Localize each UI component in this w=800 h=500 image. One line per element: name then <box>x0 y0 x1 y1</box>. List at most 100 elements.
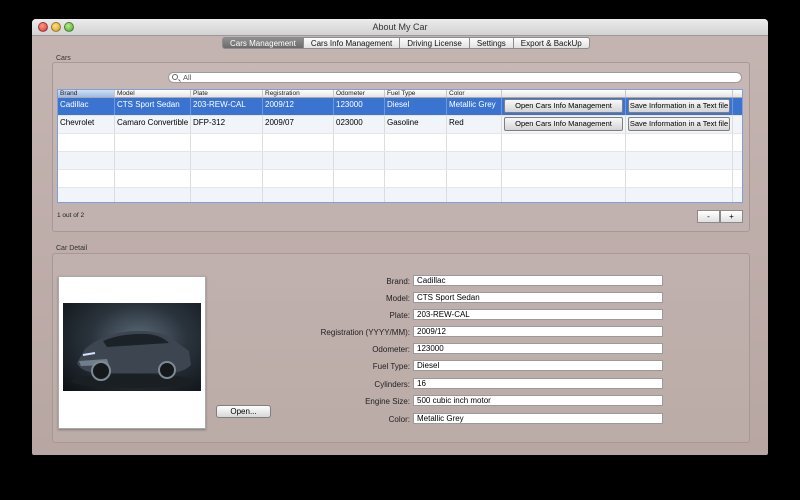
table-header: Brand Model Plate Registration Odometer … <box>58 90 742 98</box>
cell-model: CTS Sport Sedan <box>115 98 191 115</box>
cell-odometer: 123000 <box>334 98 385 115</box>
column-header-model[interactable]: Model <box>115 90 191 97</box>
cell-empty <box>502 170 626 187</box>
cell-empty <box>447 152 502 169</box>
search-icon <box>172 74 178 80</box>
column-header-plate[interactable]: Plate <box>191 90 263 97</box>
cell-empty <box>115 188 191 202</box>
cell-brand: Cadillac <box>58 98 115 115</box>
cell-empty <box>334 152 385 169</box>
cars-group-label: Cars <box>56 55 71 62</box>
table-row[interactable]: Cadillac CTS Sport Sedan 203-REW-CAL 200… <box>58 98 742 116</box>
search-field[interactable]: All <box>168 72 742 83</box>
main-tabs: Cars Management Cars Info Management Dri… <box>222 37 590 49</box>
cell-empty <box>626 188 733 202</box>
cell-empty <box>263 170 334 187</box>
cell-action-1: Open Cars Info Management <box>502 116 626 133</box>
tab-export-backup[interactable]: Export & BackUp <box>513 37 590 49</box>
cell-empty <box>502 152 626 169</box>
cell-empty <box>334 170 385 187</box>
add-car-button[interactable]: + <box>720 210 743 223</box>
cars-table[interactable]: Brand Model Plate Registration Odometer … <box>57 89 743 203</box>
cell-empty <box>58 170 115 187</box>
cell-empty <box>626 152 733 169</box>
cell-fuel-type: Diesel <box>385 98 447 115</box>
car-detail-group-label: Car Detail <box>56 245 88 252</box>
registration-label: Registration (YYYY/MM): <box>320 328 410 337</box>
registration-field[interactable]: 2009/12 <box>413 326 663 337</box>
cell-registration: 2009/07 <box>263 116 334 133</box>
table-row-empty <box>58 152 742 170</box>
cell-empty <box>626 170 733 187</box>
column-header-odometer[interactable]: Odometer <box>334 90 385 97</box>
cell-empty <box>385 188 447 202</box>
cell-empty <box>502 134 626 151</box>
cell-empty <box>115 152 191 169</box>
cell-empty <box>447 188 502 202</box>
column-header-color[interactable]: Color <box>447 90 502 97</box>
cell-empty <box>385 134 447 151</box>
brand-field[interactable]: Cadillac <box>413 275 663 286</box>
tab-cars-info-management[interactable]: Cars Info Management <box>303 37 401 49</box>
cell-empty <box>447 170 502 187</box>
save-information-text-file-button[interactable]: Save Information in a Text file <box>628 117 730 131</box>
tab-driving-license[interactable]: Driving License <box>400 37 470 49</box>
cell-color: Metallic Grey <box>447 98 502 115</box>
cell-empty <box>58 188 115 202</box>
color-label: Color: <box>388 415 410 424</box>
cell-plate: 203-REW-CAL <box>191 98 263 115</box>
tab-settings[interactable]: Settings <box>469 37 514 49</box>
plate-label: Plate: <box>389 311 410 320</box>
cell-empty <box>263 188 334 202</box>
cell-empty <box>385 152 447 169</box>
cell-empty <box>334 134 385 151</box>
cell-fuel-type: Gasoline <box>385 116 447 133</box>
cell-empty <box>115 134 191 151</box>
engine-size-field[interactable]: 500 cubic inch motor <box>413 395 663 406</box>
column-header-fuel-type[interactable]: Fuel Type <box>385 90 447 97</box>
table-row-empty <box>58 188 742 202</box>
cell-empty <box>115 170 191 187</box>
color-field[interactable]: Metallic Grey <box>413 413 663 424</box>
cell-empty <box>263 134 334 151</box>
cell-registration: 2009/12 <box>263 98 334 115</box>
column-header-action-1[interactable] <box>502 90 626 97</box>
save-information-text-file-button[interactable]: Save Information in a Text file <box>628 99 730 113</box>
column-header-brand[interactable]: Brand <box>58 90 115 97</box>
cell-empty <box>191 188 263 202</box>
table-row-empty <box>58 134 742 152</box>
cell-plate: DFP-312 <box>191 116 263 133</box>
remove-car-button[interactable]: - <box>697 210 720 223</box>
cell-odometer: 023000 <box>334 116 385 133</box>
tab-cars-management[interactable]: Cars Management <box>222 37 304 49</box>
cell-action-2: Save Information in a Text file <box>626 98 733 115</box>
column-header-registration[interactable]: Registration <box>263 90 334 97</box>
search-placeholder: All <box>183 73 192 82</box>
cell-empty <box>334 188 385 202</box>
odometer-label: Odometer: <box>372 345 410 354</box>
cell-empty <box>191 170 263 187</box>
cell-empty <box>58 152 115 169</box>
cell-empty <box>191 152 263 169</box>
model-field[interactable]: CTS Sport Sedan <box>413 292 663 303</box>
cell-empty <box>385 170 447 187</box>
window-title: About My Car <box>372 22 428 32</box>
car-photo <box>63 303 201 391</box>
open-cars-info-management-button[interactable]: Open Cars Info Management <box>504 117 623 131</box>
cylinders-field[interactable]: 16 <box>413 378 663 389</box>
column-header-action-2[interactable] <box>626 90 733 97</box>
record-count: 1 out of 2 <box>57 212 85 219</box>
cylinders-label: Cylinders: <box>374 380 410 389</box>
cell-color: Red <box>447 116 502 133</box>
plate-field[interactable]: 203-REW-CAL <box>413 309 663 320</box>
cell-action-1: Open Cars Info Management <box>502 98 626 115</box>
cell-action-2: Save Information in a Text file <box>626 116 733 133</box>
cell-model: Camaro Convertible <box>115 116 191 133</box>
titlebar: About My Car <box>32 19 768 36</box>
fuel-type-field[interactable]: Diesel <box>413 360 663 371</box>
open-cars-info-management-button[interactable]: Open Cars Info Management <box>504 99 623 113</box>
cell-empty <box>626 134 733 151</box>
car-silhouette-icon <box>71 330 195 388</box>
odometer-field[interactable]: 123000 <box>413 343 663 354</box>
table-row[interactable]: Chevrolet Camaro Convertible DFP-312 200… <box>58 116 742 134</box>
